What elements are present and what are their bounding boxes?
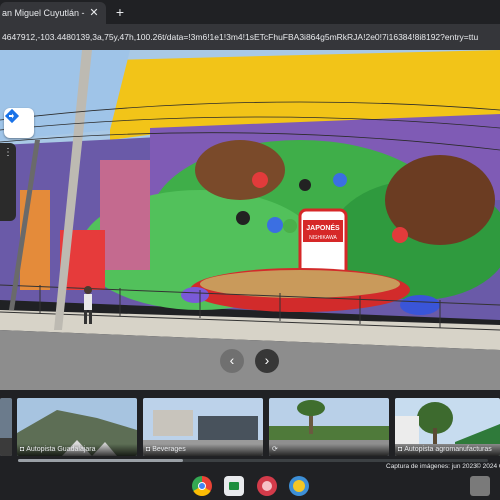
thumbnail-caption: ⟳ xyxy=(269,444,389,456)
directions-icon[interactable] xyxy=(4,108,34,138)
os-shelf xyxy=(0,472,500,500)
thumbnail-2[interactable]: ◘ Beverages xyxy=(143,398,263,456)
panorama-image[interactable]: JAPONÉS NISHIKAWA xyxy=(0,50,500,390)
copyright-text: © 2024 Go xyxy=(476,463,500,470)
camera-icon: ◘ xyxy=(398,446,403,453)
chrome-icon[interactable] xyxy=(192,476,212,496)
close-tab-icon[interactable]: ✕ xyxy=(86,5,102,21)
thumbnail-1[interactable]: ◘ Autopista Guadalajara xyxy=(17,398,137,456)
photo-filmstrip: ◘ Autopista Guadalajara ◘ Beverages ⟳ ◘ … xyxy=(0,390,500,462)
address-bar[interactable]: 4647912,-103.4480139,3a,75y,47h,100.26t/… xyxy=(0,24,500,50)
capture-date[interactable]: Captura de imágenes: jun 2023 xyxy=(386,462,477,472)
side-panel-toggle[interactable]: ⋮ xyxy=(0,143,16,221)
mural-sign-line2: NISHIKAWA xyxy=(309,235,337,241)
tab-title: an Miguel Cuyutlán - Googl xyxy=(2,8,86,18)
thumbnail-3[interactable]: ⟳ xyxy=(269,398,389,456)
camera-icon: ◘ xyxy=(146,446,151,453)
camera-icon: ◘ xyxy=(20,446,25,453)
system-tray-avatar[interactable] xyxy=(470,476,490,496)
360-icon: ⟳ xyxy=(272,446,278,453)
thumbnail-4[interactable]: ◘ Autopista agromanufacturas xyxy=(395,398,500,456)
previous-arrow-button[interactable]: ‹ xyxy=(220,349,244,373)
imagery-info-bar: Captura de imágenes: jun 2023 © 2024 Go xyxy=(0,462,500,472)
thumbnail-caption: ◘ Beverages xyxy=(143,444,263,456)
next-arrow-button[interactable]: › xyxy=(255,349,279,373)
files-icon[interactable] xyxy=(224,476,244,496)
tab-strip: an Miguel Cuyutlán - Googl ✕ + xyxy=(0,0,500,24)
app-icon-3[interactable] xyxy=(257,476,277,496)
more-vert-icon[interactable]: ⋮ xyxy=(3,147,13,158)
thumbnail-caption: ◘ Autopista Guadalajara xyxy=(17,444,137,456)
thumbnail-partial[interactable] xyxy=(0,398,12,456)
street-view-panorama[interactable]: JAPONÉS NISHIKAWA ⋮ xyxy=(0,50,500,390)
new-tab-button[interactable]: + xyxy=(110,2,130,24)
thumbnail-caption: ◘ Autopista agromanufacturas xyxy=(395,444,500,456)
mural-sign-line1: JAPONÉS xyxy=(306,223,340,232)
browser-tab[interactable]: an Miguel Cuyutlán - Googl ✕ xyxy=(0,2,106,24)
url-text[interactable]: 4647912,-103.4480139,3a,75y,47h,100.26t/… xyxy=(0,32,500,42)
app-icon-4[interactable] xyxy=(289,476,309,496)
